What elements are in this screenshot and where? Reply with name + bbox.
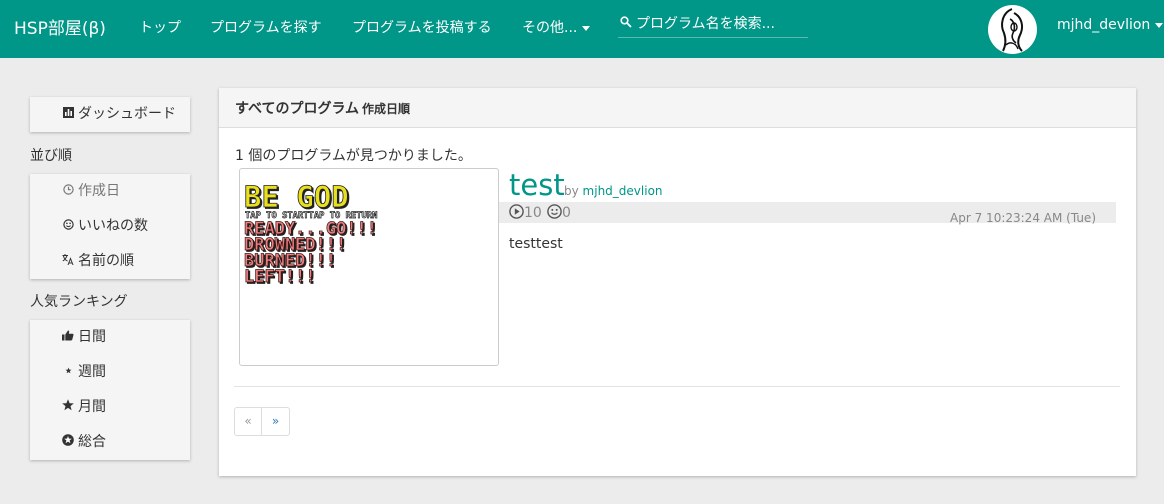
program-stats-bar: 10 0 Apr 7 10:23:24 AM (Tue) bbox=[499, 202, 1116, 225]
thumbnail-line: BE GOD bbox=[244, 180, 349, 214]
pagination: « » bbox=[234, 407, 290, 436]
sidebar-item-label: 総合 bbox=[78, 434, 106, 450]
thumbs-up-icon bbox=[61, 320, 75, 355]
translate-icon bbox=[61, 244, 75, 279]
program-thumbnail[interactable]: BE GOD TAP TO STARTTAP TO RETURN READY..… bbox=[239, 168, 499, 366]
star-icon bbox=[61, 390, 75, 425]
panel-title: すべてのプログラム bbox=[235, 101, 360, 117]
nav-other-label: その他... bbox=[522, 20, 578, 36]
panel-subtitle: 作成日順 bbox=[362, 102, 411, 116]
thumbnail-line: LEFT!!! bbox=[244, 267, 316, 287]
badge-star-icon bbox=[61, 425, 75, 460]
play-count-value: 10 bbox=[524, 205, 542, 221]
thumbnail-image: BE GOD TAP TO STARTTAP TO RETURN READY..… bbox=[244, 180, 378, 288]
play-icon bbox=[509, 204, 524, 219]
ranking-heading: 人気ランキング bbox=[30, 294, 128, 310]
nav-top-link[interactable]: トップ bbox=[139, 17, 181, 37]
sidebar-item-dashboard[interactable]: ダッシュボード bbox=[30, 97, 190, 132]
site-brand[interactable]: HSP部屋(β) bbox=[14, 14, 106, 39]
nav-other-dropdown[interactable]: その他... bbox=[522, 17, 591, 37]
sidebar-item-monthly[interactable]: 月間 bbox=[30, 390, 190, 425]
bar-chart-icon bbox=[61, 97, 75, 132]
program-byline: by mjhd_devlion bbox=[564, 184, 663, 198]
sidebar-item-label: 日間 bbox=[78, 329, 106, 345]
program-title-link[interactable]: test bbox=[509, 168, 565, 202]
ranking-card: 日間 週間 月間 総合 bbox=[30, 320, 190, 460]
sidebar-item-likes[interactable]: いいねの数 bbox=[30, 209, 190, 244]
nav-find-programs-link[interactable]: プログラムを探す bbox=[210, 17, 322, 37]
sidebar-item-name-order[interactable]: 名前の順 bbox=[30, 244, 190, 279]
like-count-value: 0 bbox=[562, 205, 571, 221]
divider bbox=[234, 386, 1120, 387]
play-count: 10 bbox=[509, 204, 542, 221]
username-label: mjhd_devlion bbox=[1057, 17, 1151, 33]
by-label: by bbox=[564, 184, 579, 198]
search-box bbox=[618, 14, 808, 38]
smiley-icon bbox=[547, 204, 562, 219]
search-icon bbox=[620, 16, 632, 28]
like-count: 0 bbox=[547, 204, 571, 221]
dashboard-card: ダッシュボード bbox=[30, 97, 190, 132]
top-navbar: HSP部屋(β) トップ プログラムを探す プログラムを投稿する その他... … bbox=[0, 0, 1164, 58]
sidebar-item-label: 月間 bbox=[78, 399, 106, 415]
result-count: 1 個のプログラムが見つかりました。 bbox=[235, 148, 472, 164]
sidebar-item-daily[interactable]: 日間 bbox=[30, 320, 190, 355]
smiley-icon bbox=[61, 209, 75, 244]
pagination-prev-button[interactable]: « bbox=[235, 408, 262, 435]
pagination-next-button[interactable]: » bbox=[262, 408, 289, 435]
program-list-panel: すべてのプログラム 作成日順 1 個のプログラムが見つかりました。 BE GOD … bbox=[219, 88, 1136, 476]
sidebar-item-label: ダッシュボード bbox=[78, 106, 176, 122]
nav-post-program-link[interactable]: プログラムを投稿する bbox=[352, 17, 492, 37]
sidebar-item-label: 週間 bbox=[78, 364, 106, 380]
user-menu[interactable]: mjhd_devlion bbox=[1057, 17, 1164, 33]
sidebar-item-created-date[interactable]: 作成日 bbox=[30, 174, 190, 209]
sidebar-item-weekly[interactable]: 週間 bbox=[30, 355, 190, 390]
panel-header: すべてのプログラム 作成日順 bbox=[219, 88, 1136, 128]
sort-heading: 並び順 bbox=[30, 148, 72, 164]
sidebar-item-overall[interactable]: 総合 bbox=[30, 425, 190, 460]
program-date: Apr 7 10:23:24 AM (Tue) bbox=[950, 211, 1096, 225]
chevron-down-icon bbox=[1155, 22, 1164, 28]
sidebar-item-label: いいねの数 bbox=[78, 218, 148, 234]
avatar[interactable] bbox=[988, 5, 1037, 54]
sidebar-item-label: 名前の順 bbox=[78, 253, 134, 269]
small-star-icon bbox=[61, 355, 75, 390]
clock-icon bbox=[61, 174, 75, 209]
sidebar-item-label: 作成日 bbox=[78, 183, 120, 199]
sort-card: 作成日 いいねの数 名前の順 bbox=[30, 174, 190, 279]
chevron-down-icon bbox=[582, 25, 591, 31]
program-author-link[interactable]: mjhd_devlion bbox=[583, 184, 663, 198]
program-description: testtest bbox=[509, 236, 563, 252]
avatar-image bbox=[988, 5, 1037, 54]
search-input[interactable] bbox=[636, 14, 806, 34]
